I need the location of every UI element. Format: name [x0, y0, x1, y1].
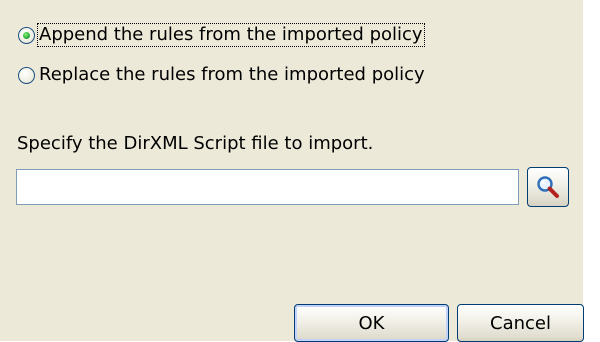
radio-selected-dot	[23, 31, 30, 39]
magnifier-icon	[537, 176, 559, 198]
replace-rules-option[interactable]: Replace the rules from the imported poli…	[18, 61, 427, 89]
append-rules-option[interactable]: Append the rules from the imported polic…	[18, 21, 425, 49]
replace-radio[interactable]	[18, 66, 35, 84]
import-policy-panel: Append the rules from the imported polic…	[0, 0, 584, 342]
replace-radio-label[interactable]: Replace the rules from the imported poli…	[37, 63, 427, 87]
browse-button[interactable]	[527, 167, 569, 207]
append-radio[interactable]	[18, 26, 35, 44]
ok-button[interactable]: OK	[294, 304, 449, 342]
append-radio-label[interactable]: Append the rules from the imported polic…	[37, 23, 425, 47]
file-prompt-label: Specify the DirXML Script file to import…	[17, 133, 374, 154]
cancel-button[interactable]: Cancel	[457, 304, 584, 342]
script-file-input[interactable]	[16, 169, 519, 205]
